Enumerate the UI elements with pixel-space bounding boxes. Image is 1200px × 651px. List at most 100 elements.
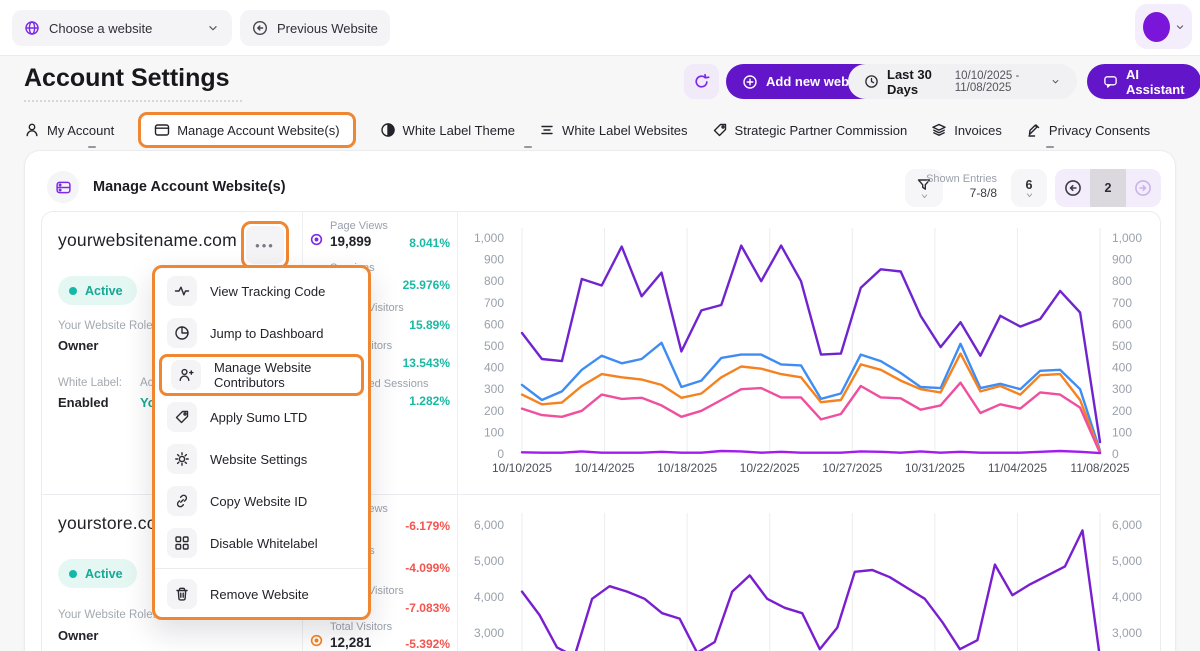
svg-text:4,000: 4,000 [474, 590, 504, 604]
svg-text:10/18/2025: 10/18/2025 [657, 461, 717, 475]
status-badge: Active [58, 276, 137, 305]
svg-text:800: 800 [1112, 274, 1132, 288]
svg-text:600: 600 [484, 317, 504, 331]
ai-assistant-label: AI Assistant [1126, 67, 1185, 97]
current-page[interactable]: 2 [1090, 169, 1125, 207]
selected-metric-icon [310, 634, 323, 647]
menu-item-remove-website[interactable]: Remove Website [155, 573, 368, 615]
ai-assistant-button[interactable]: AI Assistant [1087, 64, 1200, 99]
svg-text:10/14/2025: 10/14/2025 [575, 461, 635, 475]
svg-text:11/04/2025: 11/04/2025 [988, 461, 1047, 475]
tag-icon [167, 402, 197, 432]
svg-text:6,000: 6,000 [1112, 518, 1142, 532]
menu-item-website-settings[interactable]: Website Settings [155, 438, 368, 480]
tab-white-label-theme[interactable]: White Label Theme [380, 122, 516, 138]
chevron-down-icon [206, 21, 220, 35]
stat-page-views: Page Views 19,899 8.041% [310, 220, 450, 260]
website-1-chart: 10/10/202510/14/202510/18/202510/22/2025… [458, 220, 1162, 486]
chevron-down-icon [1050, 76, 1061, 87]
arrow-right-circle-icon [1134, 179, 1152, 197]
svg-text:10/31/2025: 10/31/2025 [905, 461, 965, 475]
svg-text:3,000: 3,000 [1112, 626, 1142, 640]
svg-text:700: 700 [484, 296, 504, 310]
date-range-label: Last 30 Days [887, 67, 943, 97]
chat-icon [1103, 74, 1118, 89]
svg-text:100: 100 [1112, 425, 1132, 439]
svg-text:10/22/2025: 10/22/2025 [740, 461, 800, 475]
website-name: yourwebsitename.com [58, 230, 237, 251]
row-actions-button[interactable]: ••• [246, 226, 284, 264]
svg-text:400: 400 [484, 361, 504, 375]
clock-icon [864, 74, 879, 89]
menu-item-copy-website-id[interactable]: Copy Website ID [155, 480, 368, 522]
menu-item-view-tracking-code[interactable]: View Tracking Code [155, 270, 368, 312]
choose-website-dropdown[interactable]: Choose a website [12, 10, 232, 46]
previous-website-button[interactable]: Previous Website [240, 10, 390, 46]
tab-white-label-websites[interactable]: White Label Websites [539, 122, 688, 138]
choose-website-label: Choose a website [49, 21, 152, 36]
pagination: 2 [1055, 169, 1161, 207]
menu-item-disable-whitelabel[interactable]: Disable Whitelabel [155, 522, 368, 564]
svg-text:600: 600 [1112, 317, 1132, 331]
avatar [1143, 12, 1170, 42]
page-title: Account Settings [24, 64, 242, 102]
date-range-picker[interactable]: Last 30 Days 10/10/2025 - 11/08/2025 [848, 64, 1077, 99]
browser-icon [154, 122, 170, 138]
refresh-button[interactable] [684, 64, 719, 99]
svg-text:700: 700 [1112, 296, 1132, 310]
svg-text:0: 0 [1112, 447, 1119, 461]
topbar: Choose a website Previous Website [0, 0, 1200, 56]
arrow-left-circle-icon [1064, 179, 1082, 197]
tab-invoices[interactable]: Invoices [931, 122, 1002, 138]
page-size-select[interactable]: 6 [1011, 169, 1047, 207]
role-value: Owner [58, 628, 98, 643]
link-icon [167, 486, 197, 516]
svg-text:5,000: 5,000 [1112, 554, 1142, 568]
account-settings-page: { "topbar": { "choose_website": "Choose … [0, 0, 1200, 651]
person-add-icon [171, 360, 201, 390]
role-value: Owner [58, 338, 98, 353]
next-page-button[interactable] [1126, 169, 1161, 207]
server-icon [47, 171, 79, 203]
svg-text:3,000: 3,000 [474, 626, 504, 640]
list-lines-icon [539, 122, 555, 138]
refresh-icon [693, 73, 710, 90]
card-title: Manage Account Website(s) [93, 179, 286, 195]
contrast-icon [380, 122, 396, 138]
layers-icon [931, 122, 947, 138]
role-label: Your Website Role: [58, 609, 156, 621]
status-dot [69, 287, 77, 295]
status-badge: Active [58, 559, 137, 588]
white-label-value: Enabled [58, 395, 109, 410]
grid-icon [167, 528, 197, 558]
settings-tabs: My Account Manage Account Website(s) Whi… [24, 110, 1150, 150]
chevron-down-icon [1174, 21, 1186, 33]
menu-item-apply-sumo-ltd[interactable]: Apply Sumo LTD [155, 396, 368, 438]
selected-metric-icon [310, 233, 323, 246]
svg-text:10/27/2025: 10/27/2025 [822, 461, 882, 475]
row-actions-highlight: ••• [241, 221, 289, 269]
tab-my-account[interactable]: My Account [24, 122, 114, 138]
status-dot [69, 570, 77, 578]
svg-text:800: 800 [484, 274, 504, 288]
arrow-left-circle-icon [252, 20, 268, 36]
website-actions-menu: View Tracking Code Jump to Dashboard Man… [152, 265, 371, 620]
svg-text:0: 0 [497, 447, 504, 461]
user-menu[interactable] [1135, 4, 1192, 49]
svg-text:6,000: 6,000 [474, 518, 504, 532]
svg-text:4,000: 4,000 [1112, 590, 1142, 604]
previous-website-label: Previous Website [277, 21, 378, 36]
tab-strategic-partner-commission[interactable]: Strategic Partner Commission [712, 122, 908, 138]
previous-page-button[interactable] [1055, 169, 1090, 207]
menu-item-jump-to-dashboard[interactable]: Jump to Dashboard [155, 312, 368, 354]
white-label-label: White Label: [58, 377, 122, 389]
svg-text:500: 500 [484, 339, 504, 353]
svg-text:500: 500 [1112, 339, 1132, 353]
tab-privacy-consents[interactable]: Privacy Consents [1026, 122, 1150, 138]
stat-total-visitors: Total Visitors 12,281 -5.392% [310, 621, 450, 651]
svg-text:11/08/2025: 11/08/2025 [1070, 461, 1129, 475]
svg-text:1,000: 1,000 [474, 231, 504, 245]
dashboard-pie-icon [167, 318, 197, 348]
tab-manage-account-websites[interactable]: Manage Account Website(s) [138, 112, 355, 148]
menu-item-manage-website-contributors[interactable]: Manage Website Contributors [159, 354, 364, 396]
